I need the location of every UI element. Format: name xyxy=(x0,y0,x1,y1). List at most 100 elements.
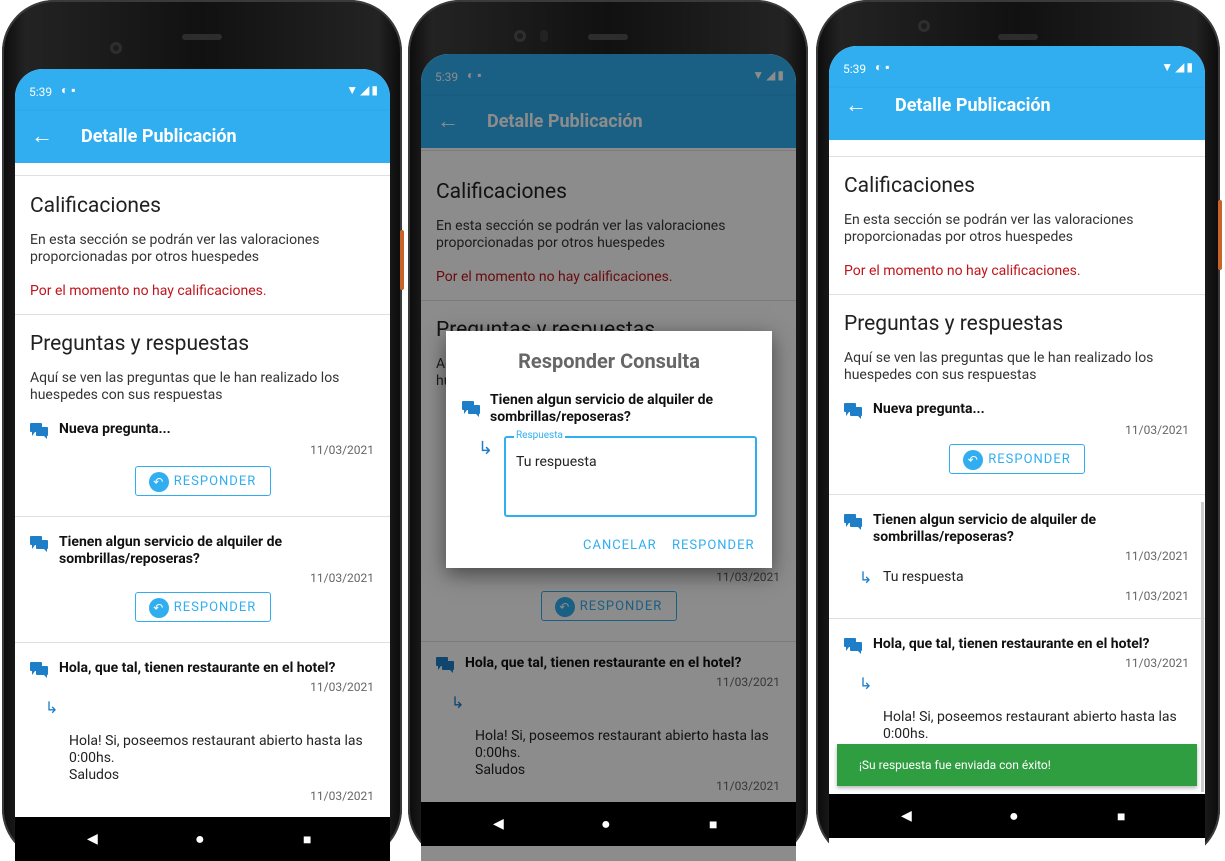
status-bar: 5:39 ◐ ▪ ▼◢▮ xyxy=(15,69,390,111)
question-date: 11/03/2021 xyxy=(310,571,374,585)
reply-arrow-icon: ↳ xyxy=(859,568,873,587)
sensor xyxy=(540,30,548,42)
answer-date: 11/03/2021 xyxy=(1125,589,1189,603)
qa-title: Preguntas y respuestas xyxy=(844,312,1064,336)
page-title: Detalle Publicación xyxy=(895,95,1051,116)
nav-back-icon[interactable]: ◀ xyxy=(87,831,98,847)
nav-back-icon[interactable]: ◀ xyxy=(493,816,504,832)
scroll-content[interactable]: Calificaciones En esta sección se podrán… xyxy=(15,163,390,861)
screen: 5:39 ◐ ▪ ▼◢▮ ← Detalle Publicación Calif… xyxy=(421,54,796,861)
system-nav-bar: ◀ ● ■ xyxy=(829,794,1205,838)
back-arrow-icon[interactable]: ← xyxy=(31,123,53,149)
question-date: 11/03/2021 xyxy=(1125,549,1189,563)
signal-battery-icons: ▼◢▮ xyxy=(1161,60,1195,74)
nav-home-icon[interactable]: ● xyxy=(1009,806,1019,826)
dialog-question: Tienen algun servicio de alquiler de som… xyxy=(490,392,714,425)
front-camera xyxy=(918,20,930,32)
divider xyxy=(15,314,390,315)
answer-field-label: Respuesta xyxy=(514,430,565,441)
qa-description: Aquí se ven las preguntas que le han rea… xyxy=(844,350,1154,383)
screen: 5:39 ◐ ▪ ▼◢▮ ← Detalle Publicación Calif… xyxy=(829,46,1205,861)
nav-home-icon[interactable]: ● xyxy=(195,829,205,849)
question-item: Nueva pregunta... xyxy=(15,421,390,439)
chat-icon xyxy=(30,423,48,439)
power-button xyxy=(1218,200,1222,270)
chat-icon xyxy=(30,536,48,552)
answer-text: Hola! Si, poseemos restaurant abierto ha… xyxy=(69,733,363,783)
ratings-empty-text: Por el momento no hay calificaciones. xyxy=(844,263,1081,279)
question-date: 11/03/2021 xyxy=(310,680,374,694)
ratings-title: Calificaciones xyxy=(844,174,976,198)
qa-title: Preguntas y respuestas xyxy=(30,332,250,356)
front-camera xyxy=(110,42,122,54)
ratings-title: Calificaciones xyxy=(30,194,162,218)
divider xyxy=(829,294,1205,295)
question-text: Nueva pregunta... xyxy=(873,401,985,417)
divider xyxy=(829,156,1205,157)
answer-field[interactable]: Respuesta Tu respuesta xyxy=(504,430,757,517)
nav-recents-icon[interactable]: ■ xyxy=(303,831,311,848)
cancel-button[interactable]: CANCELAR xyxy=(583,538,657,553)
answer-text: Tu respuesta xyxy=(883,569,964,585)
respond-dialog: Responder Consulta Tienen algun servicio… xyxy=(446,331,772,568)
chat-icon xyxy=(30,662,48,678)
question-item: Nueva pregunta... xyxy=(829,401,1205,419)
dialog-respond-button[interactable]: RESPONDER xyxy=(672,538,754,553)
respond-button[interactable]: ↶ RESPONDER xyxy=(949,444,1085,474)
nav-home-icon[interactable]: ● xyxy=(601,814,611,834)
answer-date: 11/03/2021 xyxy=(310,789,374,803)
divider xyxy=(829,494,1205,495)
app-bar: ← Detalle Publicación xyxy=(829,88,1205,140)
respond-label: RESPONDER xyxy=(173,600,257,615)
nav-back-icon[interactable]: ◀ xyxy=(901,808,912,824)
speaker-grille xyxy=(588,34,628,40)
chat-icon xyxy=(462,401,480,417)
dialog-title: Responder Consulta xyxy=(518,349,700,373)
scrollbar[interactable] xyxy=(1201,502,1204,792)
ratings-empty-text: Por el momento no hay calificaciones. xyxy=(30,283,267,299)
question-text: Hola, que tal, tienen restaurante en el … xyxy=(59,660,336,676)
question-date: 11/03/2021 xyxy=(310,443,374,457)
notification-icons: ◐ ▪ xyxy=(875,60,890,74)
speaker-grille xyxy=(182,34,222,40)
nav-recents-icon[interactable]: ■ xyxy=(709,816,717,833)
divider xyxy=(15,175,390,176)
speaker-grille xyxy=(998,34,1038,40)
question-text: Nueva pregunta... xyxy=(59,421,171,437)
divider xyxy=(15,516,390,517)
reply-arrow-icon: ↳ xyxy=(45,698,59,717)
app-bar: ← Detalle Publicación xyxy=(15,111,390,163)
divider xyxy=(15,642,390,643)
chat-icon xyxy=(844,403,862,419)
ratings-description: En esta sección se podrán ver las valora… xyxy=(844,212,1134,245)
question-text: Tienen algun servicio de alquiler de som… xyxy=(873,512,1097,545)
reply-icon: ↶ xyxy=(148,471,169,492)
question-item: Tienen algun servicio de alquiler de som… xyxy=(15,534,390,568)
question-item: Hola, que tal, tienen restaurante en el … xyxy=(829,636,1205,654)
screen: 5:39 ◐ ▪ ▼◢▮ ← Detalle Publicación Calif… xyxy=(15,69,390,861)
status-time: 5:39 xyxy=(843,62,867,76)
phone-frame-1: 5:39 ◐ ▪ ▼◢▮ ← Detalle Publicación Calif… xyxy=(2,0,404,861)
nav-recents-icon[interactable]: ■ xyxy=(1117,808,1125,825)
status-time: 5:39 xyxy=(29,85,53,99)
question-text: Tienen algun servicio de alquiler de som… xyxy=(59,534,283,567)
phone-frame-3: 5:39 ◐ ▪ ▼◢▮ ← Detalle Publicación Calif… xyxy=(816,0,1222,861)
respond-button[interactable]: ↶ RESPONDER xyxy=(134,592,271,622)
question-item: Tienen algun servicio de alquiler de som… xyxy=(829,512,1205,546)
ratings-description: En esta sección se podrán ver las valora… xyxy=(30,232,320,265)
respond-label: RESPONDER xyxy=(988,452,1071,467)
back-arrow-icon[interactable]: ← xyxy=(845,92,867,118)
answer-item: ↳ Tu respuesta xyxy=(829,569,1205,586)
signal-battery-icons: ▼◢▮ xyxy=(346,83,380,97)
front-camera xyxy=(514,30,526,42)
snackbar-text: ¡Su respuesta fue enviada con éxito! xyxy=(859,758,1051,772)
question-item: Hola, que tal, tienen restaurante en el … xyxy=(15,660,390,678)
question-date: 11/03/2021 xyxy=(1125,656,1189,670)
chat-icon xyxy=(844,514,862,530)
respond-label: RESPONDER xyxy=(173,474,257,489)
reply-arrow-icon: ↳ xyxy=(478,438,494,459)
reply-icon: ↶ xyxy=(963,449,984,470)
respond-button[interactable]: ↶ RESPONDER xyxy=(134,466,271,496)
divider xyxy=(829,618,1205,619)
status-bar: 5:39 ◐ ▪ ▼◢▮ xyxy=(829,46,1205,88)
